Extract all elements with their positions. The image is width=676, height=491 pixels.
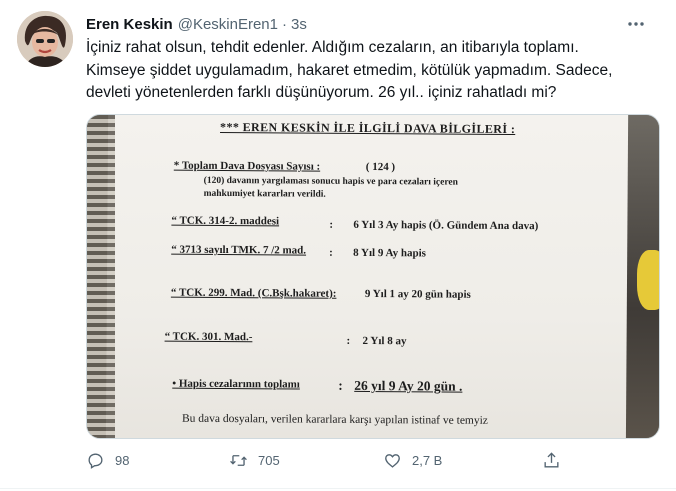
photo-background-object <box>637 250 659 310</box>
more-button[interactable] <box>626 14 646 34</box>
total-cases-text: * Toplam Dava Dosyası Sayısı : <box>173 159 321 173</box>
law-row-label: “ 3713 sayılı TMK. 7 /2 mad. <box>171 243 307 257</box>
sum-colon: : <box>338 377 343 393</box>
tweet-photo[interactable]: *** EREN KESKİN İLE İLGİLİ DAVA BİLGİLER… <box>86 114 660 439</box>
share-icon <box>544 451 559 468</box>
sum-value: 26 yıl 9 Ay 20 gün . <box>354 377 463 394</box>
divider <box>0 488 676 489</box>
law-row-colon: : <box>346 334 351 347</box>
tweet-text-line: Kimseye şiddet uygulamadım, hakaret etme… <box>86 61 613 79</box>
tweet-text-line: devleti yönetenlerden farklı düşünüyorum… <box>86 84 557 101</box>
sum-label-text: • Hapis cezalarının toplamı <box>172 377 300 391</box>
law-row-sentence: 8 Yıl 9 Ay hapis <box>353 246 426 260</box>
author-handle[interactable]: @KeskinEren1 <box>178 16 278 33</box>
tweet-text: İçiniz rahat olsun, tehdit edenler. Aldı… <box>86 37 646 105</box>
like-icon <box>385 453 400 468</box>
law-row-label: “ TCK. 299. Mad. (C.Bşk.hakaret): <box>170 286 337 300</box>
timestamp[interactable]: 3s <box>291 16 307 33</box>
law-row-label: “ TCK. 301. Mad.- <box>164 330 253 344</box>
document-paper: *** EREN KESKİN İLE İLGİLİ DAVA BİLGİLER… <box>105 115 629 438</box>
avatar-image <box>17 11 73 67</box>
like-button[interactable]: 2,7 B <box>383 448 442 472</box>
retweet-count: 705 <box>258 452 280 468</box>
retweet-button[interactable]: 705 <box>229 448 280 472</box>
like-count: 2,7 B <box>412 452 443 468</box>
note-line: mahkumiyet kararları verildi. <box>203 188 326 200</box>
law-row-sentence: 9 Yıl 1 ay 20 gün hapis <box>364 287 471 301</box>
share-button[interactable] <box>542 448 561 472</box>
document-title: *** EREN KESKİN İLE İLGİLİ DAVA BİLGİLER… <box>220 119 516 137</box>
binder-edge <box>87 115 115 438</box>
footer-line: Bu dava dosyaları, verilen kararlara kar… <box>181 412 488 427</box>
tweet[interactable]: Eren Keskin @KeskinEren1 · 3s İçiniz rah… <box>0 0 676 491</box>
tweet-text-line: İçiniz rahat olsun, tehdit edenler. Aldı… <box>86 39 579 56</box>
law-row-sentence: 2 Yıl 8 ay <box>362 334 407 348</box>
law-row-sentence: 6 Yıl 3 Ay hapis (Ö. Gündem Ana dava) <box>353 218 539 233</box>
total-cases-value: ( 124 ) <box>365 160 396 174</box>
reply-button[interactable]: 98 <box>86 448 129 472</box>
more-icon <box>628 22 644 26</box>
separator: · <box>282 15 287 33</box>
total-cases-label: * Toplam Dava Dosyası Sayısı : <box>174 160 320 173</box>
law-row-colon: : <box>329 218 334 231</box>
author-name[interactable]: Eren Keskin <box>86 16 173 33</box>
tweet-header: Eren Keskin @KeskinEren1 · 3s <box>86 14 307 34</box>
avatar[interactable] <box>17 11 73 67</box>
law-row-colon: : <box>329 246 333 259</box>
note-line: (120) davanın yargılaması sonucu hapis v… <box>203 175 458 188</box>
sum-label: • Hapis cezalarının toplamı <box>172 378 300 391</box>
tweet-actions: 98 705 2,7 B <box>86 448 576 472</box>
reply-icon <box>88 452 103 469</box>
law-row-label: “ TCK. 314-2. maddesi <box>171 214 280 228</box>
retweet-icon <box>230 454 247 466</box>
reply-count: 98 <box>115 452 130 468</box>
